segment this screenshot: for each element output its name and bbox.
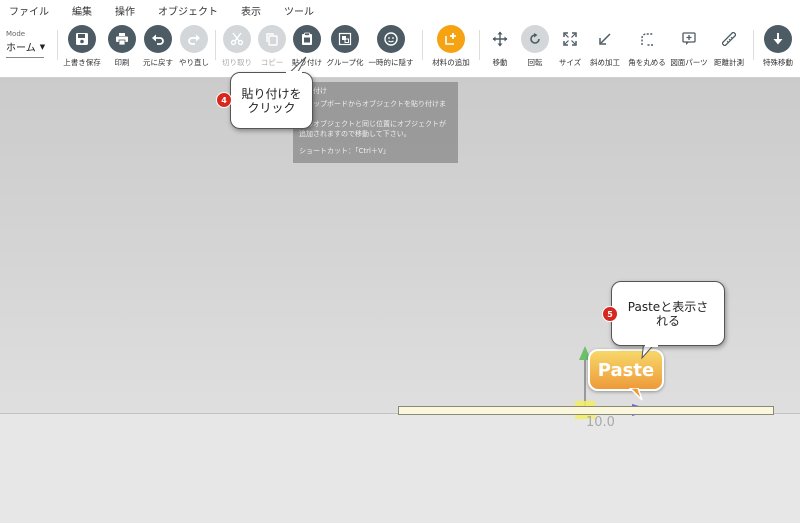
copy-icon (266, 33, 278, 46)
menu-view[interactable]: 表示 (241, 3, 261, 18)
printer-icon (116, 33, 128, 46)
round-corner-icon (641, 33, 653, 46)
diagonal-arrow-icon (599, 33, 611, 45)
resize-icon (563, 32, 577, 46)
mode-selector[interactable]: Mode ホーム ▼ (6, 30, 45, 58)
floor-plane (0, 414, 800, 523)
ghost-face-icon (384, 32, 398, 46)
redo-icon (188, 34, 200, 45)
group-icon (338, 32, 352, 46)
drawing-parts-icon (682, 32, 696, 45)
hide-temporarily-button[interactable]: 一時的に隠す (366, 25, 416, 68)
save-icon (76, 33, 88, 45)
paste-bubble-tail (628, 388, 643, 401)
board-object[interactable] (398, 406, 774, 415)
callout-step-5: Pasteと表示さ れる (611, 281, 725, 346)
menu-object[interactable]: オブジェクト (158, 3, 218, 18)
move-arrows-icon (492, 31, 508, 47)
mode-caption: Mode (6, 30, 26, 38)
menu-operation[interactable]: 操作 (115, 3, 135, 18)
add-material-button[interactable]: 材料の追加 (426, 25, 476, 68)
callout-5-tail-cover (645, 343, 658, 347)
add-material-icon (445, 33, 456, 45)
paste-tooltip: 貼り付け クリップボードからオブジェクトを貼り付けます。 元のオブジェクトと同じ… (293, 82, 458, 163)
dimension-label: 10.0 (586, 415, 615, 430)
clipboard-icon (302, 32, 312, 45)
mode-value: ホーム (6, 43, 36, 54)
menu-bar: ファイル 編集 操作 オブジェクト 表示 ツール (0, 0, 800, 20)
download-arrow-icon (773, 33, 783, 45)
callout-4-tail-cover (286, 71, 302, 75)
measure-distance-button[interactable]: 距離計測 (704, 25, 754, 68)
step-badge-5: 5 (602, 306, 618, 322)
menu-edit[interactable]: 編集 (72, 3, 92, 18)
toolbar: Mode ホーム ▼ 上書き保存 印刷 元に戻す やり直し 切り取り コピー 貼… (0, 20, 800, 78)
scissors-icon (230, 32, 244, 46)
ruler-icon (722, 32, 736, 46)
menu-tools[interactable]: ツール (284, 3, 314, 18)
rotate-icon (530, 33, 540, 44)
group-button[interactable]: グループ化 (320, 25, 370, 68)
undo-icon (152, 34, 164, 45)
chevron-down-icon: ▼ (39, 42, 46, 51)
menu-file[interactable]: ファイル (9, 3, 49, 18)
special-move-button[interactable]: 特殊移動 (753, 25, 800, 68)
step-badge-4: 4 (216, 92, 232, 108)
callout-step-4: 貼り付けを クリック (230, 72, 313, 129)
